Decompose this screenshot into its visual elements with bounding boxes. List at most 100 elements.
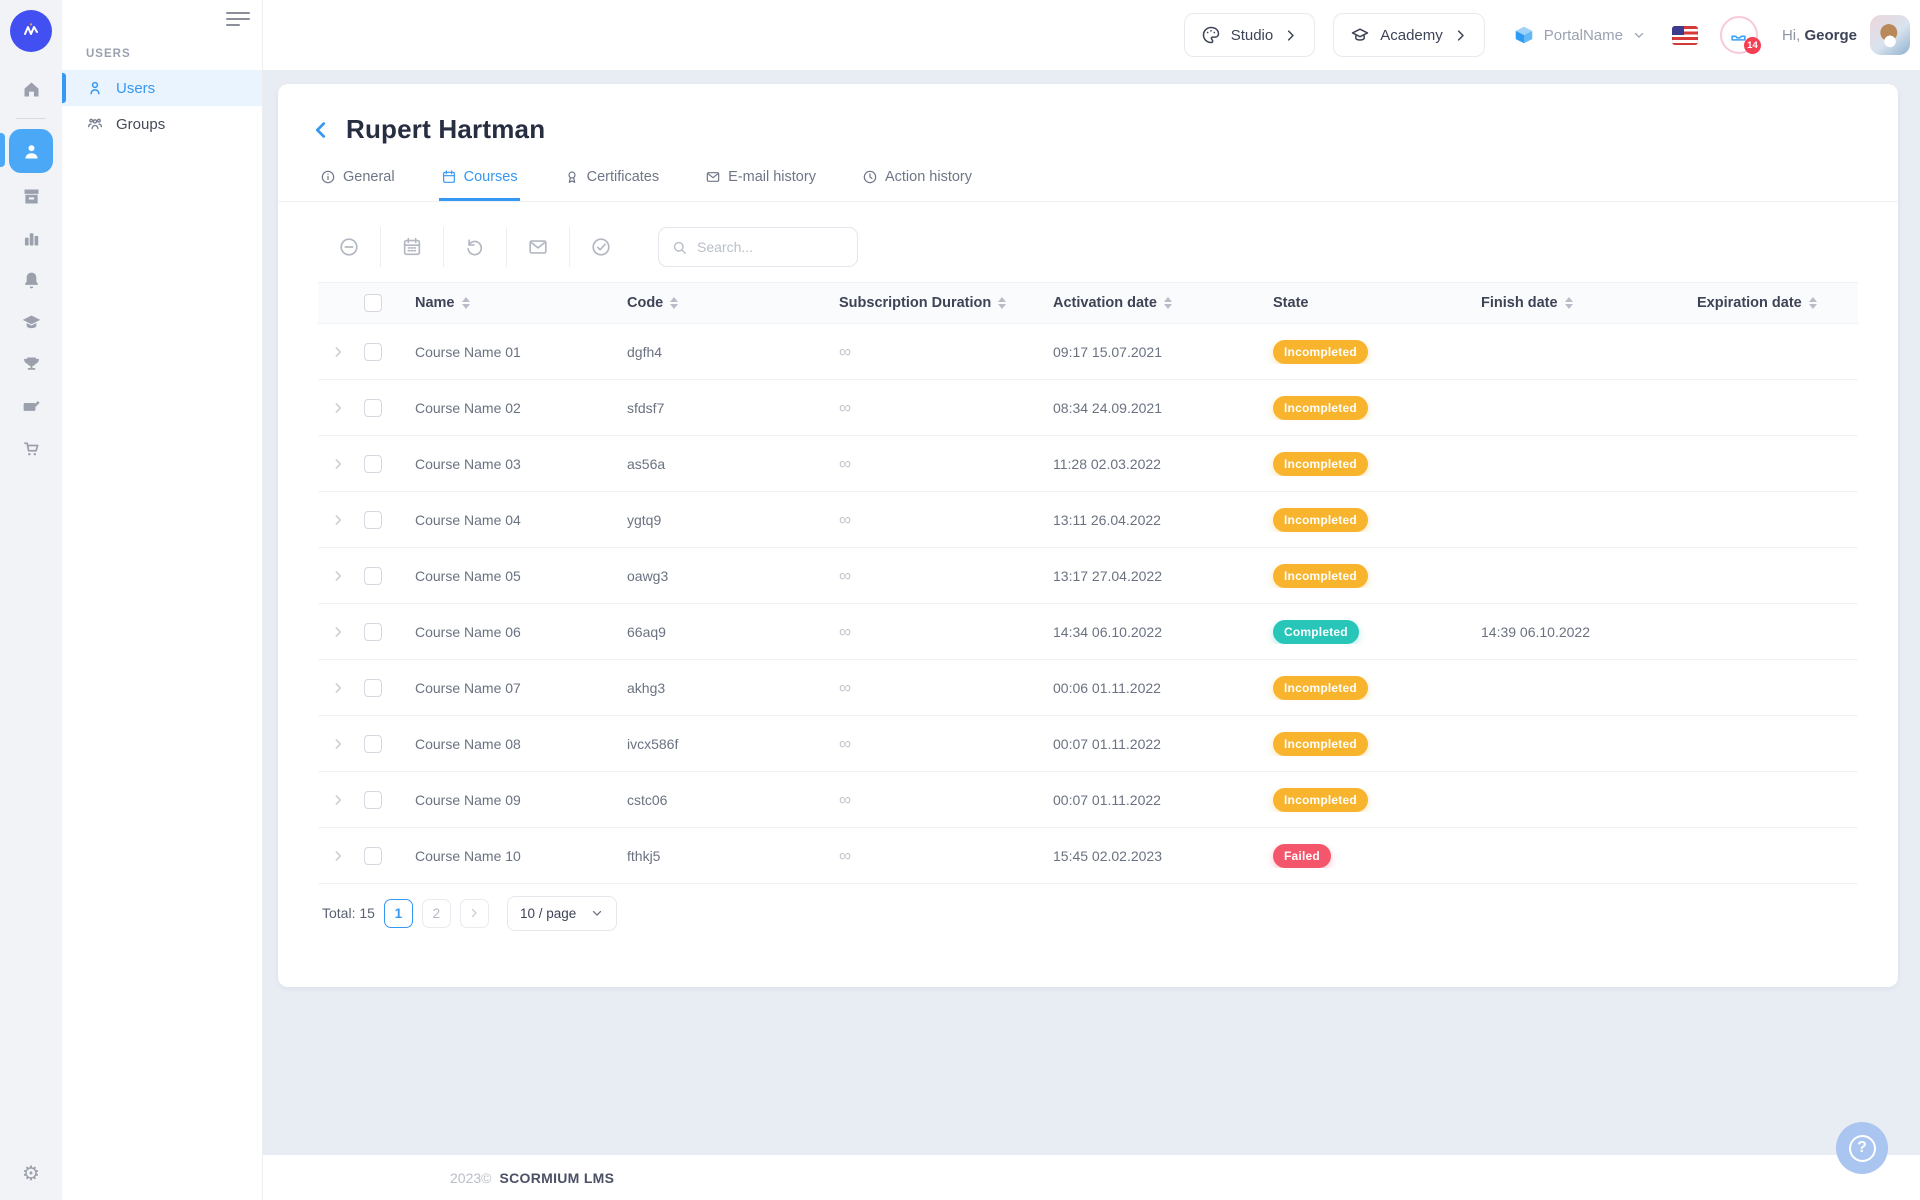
course-name-cell: Course Name 06: [404, 624, 616, 640]
calendar-icon: [441, 169, 457, 185]
chevron-right-icon: [1283, 28, 1298, 43]
row-checkbox[interactable]: [364, 343, 382, 361]
reports-chart-icon[interactable]: [9, 218, 53, 258]
sort-arrows-icon[interactable]: [1164, 297, 1172, 309]
academy-button[interactable]: Academy: [1333, 13, 1485, 57]
sort-arrows-icon[interactable]: [1565, 297, 1573, 309]
settings-gear-icon[interactable]: ⚙: [22, 1161, 40, 1186]
page-size-select[interactable]: 10 / page: [507, 896, 617, 931]
column-header[interactable]: Subscription Duration: [828, 295, 1042, 311]
reset-attempts-icon[interactable]: [444, 226, 506, 268]
expand-row-icon[interactable]: [318, 737, 358, 751]
course-code-cell: ygtq9: [616, 512, 828, 528]
language-flag-icon[interactable]: [1672, 26, 1698, 45]
column-header[interactable]: Expiration date: [1686, 295, 1858, 311]
deactivate-icon[interactable]: [318, 226, 380, 268]
status-badge: Incompleted: [1273, 452, 1368, 476]
sidebar-item-groups[interactable]: Groups: [62, 106, 262, 142]
portal-selector[interactable]: PortalName: [1513, 24, 1646, 46]
activation-date-cell: 08:34 24.09.2021: [1042, 400, 1262, 416]
sort-arrows-icon[interactable]: [998, 297, 1006, 309]
page-button-1[interactable]: 1: [384, 899, 413, 928]
tab-courses[interactable]: Courses: [439, 159, 520, 201]
send-email-icon[interactable]: [507, 226, 569, 268]
portal-name: PortalName: [1544, 27, 1623, 44]
sidebar-item-label: Users: [116, 80, 155, 97]
sidebar-panel: USERS Users Groups: [62, 0, 262, 1200]
column-header[interactable]: Activation date: [1042, 295, 1262, 311]
help-button[interactable]: ?: [1836, 1122, 1888, 1174]
app-logo-icon[interactable]: [10, 10, 52, 52]
notifications-bell-icon[interactable]: [9, 260, 53, 300]
expand-row-icon[interactable]: [318, 793, 358, 807]
sidebar-item-users[interactable]: Users: [62, 70, 262, 106]
achievements-trophy-icon[interactable]: [9, 344, 53, 384]
expand-row-icon[interactable]: [318, 569, 358, 583]
users-section-icon[interactable]: [9, 129, 53, 173]
row-checkbox[interactable]: [364, 399, 382, 417]
calendar-icon-button[interactable]: [381, 226, 443, 268]
chat-icon[interactable]: 14: [1720, 16, 1758, 54]
table-row: Course Name 04ygtq9∞13:11 26.04.2022Inco…: [318, 492, 1858, 548]
tabs: General Courses Certificates E-mail: [278, 159, 1898, 201]
column-header[interactable]: Finish date: [1470, 295, 1686, 311]
row-checkbox[interactable]: [364, 679, 382, 697]
row-checkbox[interactable]: [364, 791, 382, 809]
cube-icon: [1513, 24, 1535, 46]
home-icon[interactable]: [9, 69, 53, 109]
column-header[interactable]: Code: [616, 295, 828, 311]
tab-general[interactable]: General: [318, 159, 397, 201]
row-checkbox[interactable]: [364, 623, 382, 641]
bulk-actions-toolbar: [278, 226, 1898, 268]
tab-action-history[interactable]: Action history: [860, 159, 974, 201]
row-checkbox[interactable]: [364, 735, 382, 753]
chevron-down-icon: [1632, 28, 1646, 42]
row-checkbox[interactable]: [364, 567, 382, 585]
column-header[interactable]: Name: [404, 295, 616, 311]
academy-label: Academy: [1380, 27, 1443, 44]
expand-row-icon[interactable]: [318, 625, 358, 639]
sort-arrows-icon[interactable]: [670, 297, 678, 309]
group-icon: [86, 115, 104, 133]
course-name-cell: Course Name 10: [404, 848, 616, 864]
status-badge: Incompleted: [1273, 732, 1368, 756]
certificates-card-icon[interactable]: [9, 386, 53, 426]
sort-arrows-icon[interactable]: [1809, 297, 1817, 309]
studio-button[interactable]: Studio: [1184, 13, 1316, 57]
back-button[interactable]: [310, 119, 332, 141]
expand-row-icon[interactable]: [318, 457, 358, 471]
avatar[interactable]: [1870, 15, 1910, 55]
rail-active-indicator: [0, 133, 5, 167]
state-cell: Failed: [1262, 844, 1470, 868]
page-button-2[interactable]: 2: [422, 899, 451, 928]
search-input[interactable]: [697, 239, 845, 255]
row-checkbox[interactable]: [364, 511, 382, 529]
expand-row-icon[interactable]: [318, 345, 358, 359]
tab-certificates[interactable]: Certificates: [562, 159, 662, 201]
status-badge: Incompleted: [1273, 508, 1368, 532]
academy-cap-icon[interactable]: [9, 302, 53, 342]
hamburger-menu-icon[interactable]: [226, 12, 250, 26]
subscription-duration-cell: ∞: [828, 566, 1042, 586]
sort-arrows-icon[interactable]: [462, 297, 470, 309]
next-page-button[interactable]: [460, 899, 489, 928]
status-badge: Failed: [1273, 844, 1331, 868]
table-header-row: NameCodeSubscription DurationActivation …: [318, 282, 1858, 324]
history-clock-icon: [862, 169, 878, 185]
expand-row-icon[interactable]: [318, 513, 358, 527]
expand-row-icon[interactable]: [318, 849, 358, 863]
expand-row-icon[interactable]: [318, 401, 358, 415]
select-all-checkbox[interactable]: [364, 294, 382, 312]
state-cell: Incompleted: [1262, 396, 1470, 420]
content-archive-icon[interactable]: [9, 176, 53, 216]
mark-complete-icon[interactable]: [570, 226, 632, 268]
info-icon: [320, 169, 336, 185]
table-row: Course Name 05oawg3∞13:17 27.04.2022Inco…: [318, 548, 1858, 604]
shop-cart-icon[interactable]: [9, 428, 53, 468]
row-checkbox[interactable]: [364, 847, 382, 865]
tab-email-history[interactable]: E-mail history: [703, 159, 818, 201]
expand-row-icon[interactable]: [318, 681, 358, 695]
row-checkbox[interactable]: [364, 455, 382, 473]
state-cell: Incompleted: [1262, 676, 1470, 700]
search-box: [658, 227, 858, 267]
